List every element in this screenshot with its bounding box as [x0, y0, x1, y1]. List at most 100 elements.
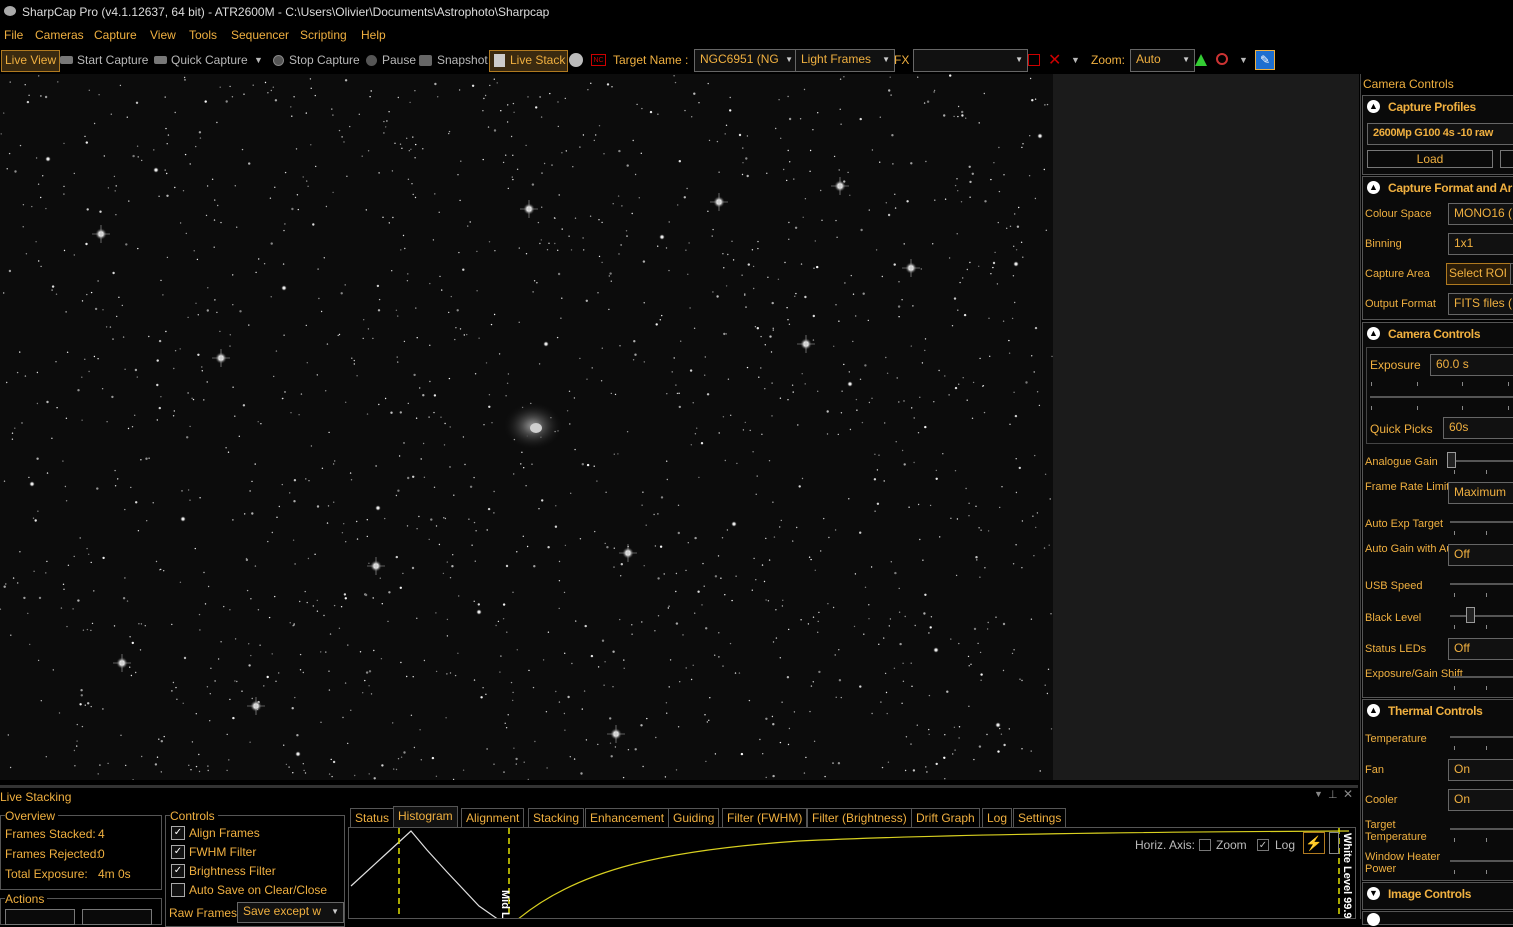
snapshot-button[interactable]: Snapshot — [437, 51, 488, 69]
exposure-slider[interactable] — [1370, 396, 1513, 398]
chevron-down-icon: ▼ — [1015, 55, 1023, 64]
tab-log[interactable]: Log — [982, 808, 1013, 829]
menu-tools[interactable]: Tools — [189, 28, 217, 42]
tab-filter-fwhm[interactable]: Filter (FWHM) — [722, 808, 808, 829]
quick-picks-select[interactable]: 60s — [1443, 417, 1513, 439]
cooler-select[interactable]: On — [1448, 789, 1513, 811]
status-leds-select[interactable]: Off — [1448, 638, 1513, 660]
thermal-controls-header[interactable]: ▲ Thermal Controls — [1363, 700, 1513, 722]
binning-select[interactable]: 1x1 — [1448, 233, 1513, 255]
close-panel-icon[interactable]: ✕ — [1343, 787, 1353, 801]
histogram-panel[interactable]: Mid L White Level 99.9 Horiz. Axis: Zoom… — [348, 827, 1356, 919]
zoom-checkbox[interactable] — [1199, 839, 1211, 851]
menu-sequencer[interactable]: Sequencer — [231, 28, 289, 42]
auto-save-checkbox[interactable] — [171, 883, 185, 897]
capture-area-label: Capture Area — [1365, 268, 1430, 280]
save-button[interactable] — [82, 909, 152, 925]
output-format-select[interactable]: FITS files ( — [1448, 293, 1513, 315]
focus-icon[interactable] — [1216, 53, 1228, 65]
camera-controls-header[interactable]: ▲ Camera Controls — [1363, 323, 1513, 345]
fx-combo[interactable]: ▼ — [913, 49, 1028, 72]
pin-panel-icon[interactable]: ⊥ — [1328, 788, 1338, 801]
tab-stacking[interactable]: Stacking — [528, 808, 585, 829]
tab-settings[interactable]: Settings — [1013, 808, 1067, 829]
analogue-gain-thumb[interactable] — [1447, 452, 1456, 468]
image-controls-header[interactable]: ▼ Image Controls — [1363, 883, 1513, 905]
tab-guiding[interactable]: Guiding — [668, 808, 720, 829]
menu-help[interactable]: Help — [361, 28, 386, 42]
panel-menu-icon[interactable]: ▼ — [1314, 789, 1323, 799]
image-viewer[interactable] — [0, 74, 1053, 780]
zoom-combo[interactable]: Auto ▼ — [1130, 49, 1195, 72]
tab-filter-brightness[interactable]: Filter (Brightness) — [807, 808, 912, 829]
black-level-thumb[interactable] — [1466, 607, 1475, 623]
start-capture-button[interactable]: Start Capture — [77, 51, 148, 69]
load-profile-button[interactable]: Load — [1367, 150, 1493, 168]
capture-format-header[interactable]: ▲ Capture Format and Ar — [1363, 177, 1513, 199]
menu-cameras[interactable]: Cameras — [35, 28, 84, 42]
auto-save-label: Auto Save on Clear/Close — [189, 883, 328, 897]
quick-capture-button[interactable]: Quick Capture — [171, 51, 248, 69]
live-stack-label: Live Stack — [510, 53, 566, 67]
expand-icon[interactable] — [1367, 913, 1380, 926]
quick-capture-dropdown-icon[interactable]: ▼ — [254, 51, 263, 69]
reset-stretch-button[interactable] — [1329, 832, 1339, 854]
toolbar: Live View Start Capture Quick Capture ▼ … — [0, 47, 1513, 73]
exposure-gain-shift-slider[interactable] — [1450, 676, 1513, 678]
raw-frames-select[interactable]: Save except w ▼ — [237, 902, 344, 923]
auto-exp-target-slider[interactable] — [1450, 521, 1513, 523]
colour-space-label: Colour Space — [1365, 208, 1432, 220]
target-name-label: Target Name : — [613, 53, 689, 67]
tab-status[interactable]: Status — [350, 808, 395, 829]
target-temperature-slider[interactable] — [1450, 828, 1513, 830]
save-profile-button[interactable] — [1500, 150, 1513, 168]
colour-space-select[interactable]: MONO16 ( — [1448, 203, 1513, 225]
overlay-dropdown-icon[interactable]: ▼ — [1071, 51, 1080, 69]
histogram-icon[interactable] — [1195, 54, 1207, 66]
exposure-gain-shift-ticks — [1450, 686, 1513, 690]
menu-capture[interactable]: Capture — [94, 28, 137, 42]
capture-profile-select[interactable]: 2600Mp G100 4s -10 raw — [1367, 123, 1513, 145]
analogue-gain-slider[interactable] — [1450, 460, 1513, 462]
stop-capture-button[interactable]: Stop Capture — [289, 51, 360, 69]
pin-icon[interactable]: ✎ — [1255, 50, 1275, 70]
align-frames-checkbox[interactable]: ✓ — [171, 826, 185, 840]
exposure-gain-shift-label: Exposure/Gain Shift — [1365, 668, 1463, 680]
log-check-label: Log — [1275, 838, 1296, 852]
fan-select[interactable]: On — [1448, 759, 1513, 781]
overview-title: Overview — [5, 809, 59, 823]
frame-rate-select[interactable]: Maximum — [1448, 482, 1513, 504]
camera-icon — [60, 56, 73, 64]
brightness-filter-checkbox[interactable]: ✓ — [171, 864, 185, 878]
auto-stretch-icon[interactable]: ⚡ — [1303, 832, 1325, 854]
frame-type-combo[interactable]: Light Frames ▼ — [795, 49, 895, 72]
menu-scripting[interactable]: Scripting — [300, 28, 347, 42]
live-stack-button[interactable]: Live Stack — [489, 50, 569, 72]
pause-button[interactable]: Pause — [382, 51, 416, 69]
auto-gain-select[interactable]: Off — [1448, 544, 1513, 566]
usb-speed-slider[interactable] — [1450, 583, 1513, 585]
reticle-icon[interactable] — [1028, 54, 1040, 66]
live-view-button[interactable]: Live View — [1, 50, 61, 72]
tools-dropdown-icon[interactable]: ▼ — [1239, 51, 1248, 69]
capture-profiles-header[interactable]: ▲ Capture Profiles — [1363, 96, 1513, 118]
status-leds-label: Status LEDs — [1365, 643, 1427, 655]
menu-view[interactable]: View — [150, 28, 176, 42]
tab-drift-graph[interactable]: Drift Graph — [911, 808, 980, 829]
target-name-combo[interactable]: NGC6951 (NG ▼ — [694, 49, 798, 72]
menu-bar: File Cameras Capture View Tools Sequence… — [0, 24, 1513, 46]
moon-icon[interactable] — [569, 53, 583, 67]
menu-file[interactable]: File — [4, 28, 23, 42]
crosshair-icon[interactable]: ✕ — [1048, 50, 1061, 70]
window-heater-slider[interactable] — [1450, 860, 1513, 862]
fwhm-filter-checkbox[interactable]: ✓ — [171, 845, 185, 859]
log-checkbox[interactable]: ✓ — [1257, 839, 1269, 851]
exposure-input[interactable]: 60.0 s — [1430, 354, 1513, 376]
tab-alignment[interactable]: Alignment — [461, 808, 525, 829]
collapse-icon: ▲ — [1367, 704, 1380, 717]
clear-button[interactable] — [5, 909, 75, 925]
select-roi-button[interactable]: Select ROI — [1446, 263, 1512, 285]
black-level-slider[interactable] — [1450, 615, 1513, 617]
tab-enhancement[interactable]: Enhancement — [585, 808, 670, 829]
align-frames-label: Align Frames — [189, 826, 260, 840]
